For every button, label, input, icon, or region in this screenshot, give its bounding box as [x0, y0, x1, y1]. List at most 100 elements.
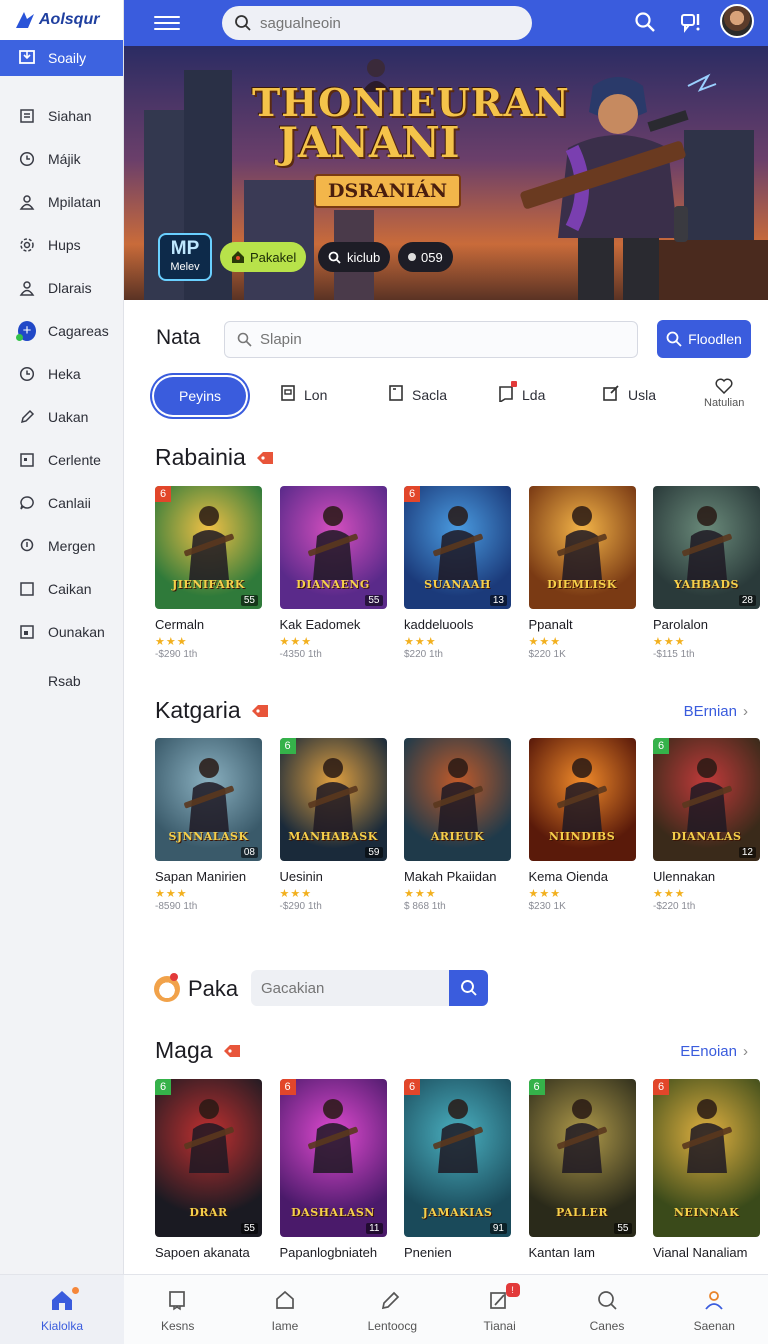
game-card[interactable]: 6 JIENIFARK 55 Cermaln ★★★ -$290 1th — [155, 486, 262, 660]
sidebar-item-ounakan[interactable]: Ounakan — [0, 610, 123, 653]
bottom-nav-item[interactable]: ! Tianai — [446, 1275, 553, 1344]
game-title: Kantan Iam — [528, 1245, 596, 1260]
game-card[interactable]: 6 SUANAAH 13 kaddeluools ★★★ $220 1th — [404, 486, 511, 660]
hero-pill-green[interactable]: Pakakel — [220, 242, 307, 272]
bottom-nav-home-label: Kialolka — [40, 1319, 84, 1333]
mp-badge[interactable]: MP Melev — [158, 233, 212, 281]
sidebar-item-mpilatan[interactable]: Mpilatan — [0, 180, 123, 223]
hero-figure-art — [308, 758, 358, 832]
sidebar-item-label: Mpilatan — [48, 193, 101, 210]
game-cover-title: MANHABASK — [288, 830, 378, 843]
hero-pill-search[interactable]: kiclub — [318, 242, 391, 272]
game-card[interactable]: 6 JAMAKIAS 91 Pnenien — [404, 1079, 511, 1260]
app-logo[interactable]: Aolsqur — [0, 0, 123, 40]
sidebar-item-májik[interactable]: Májik — [0, 137, 123, 180]
search-row: Nata Floodlen — [124, 320, 768, 360]
hero-pill-count[interactable]: 059 — [398, 242, 453, 272]
sidebar-item-label: Uakan — [48, 408, 89, 425]
cover-number: 55 — [240, 1223, 258, 1234]
game-card[interactable]: NIINDIBS Kema Oienda ★★★ $230 1K — [528, 738, 636, 912]
sidebar-active-label: Soaily — [48, 50, 87, 66]
corner-badge: 6 — [155, 486, 171, 502]
game-card[interactable]: SJNNALASK 08 Sapan Manirien ★★★ -8590 1th — [155, 738, 262, 912]
logo-icon — [16, 12, 34, 28]
game-card[interactable]: 6 NEINNAK Vianal Nanaliam — [653, 1079, 760, 1260]
sidebar-item-caikan[interactable]: Caikan — [0, 567, 123, 610]
paka-search-input[interactable] — [261, 979, 441, 997]
bottom-nav-item[interactable]: Saenan — [661, 1275, 768, 1344]
see-more-katgaria[interactable]: BErnian › — [684, 703, 748, 720]
main-search-box[interactable] — [224, 321, 638, 358]
sidebar-item-siahan[interactable]: Siahan — [0, 94, 123, 137]
game-card[interactable]: 6 DIANALAS 12 Ulennakan ★★★ -$220 1th — [653, 738, 760, 912]
game-cover-art: 6 JIENIFARK 55 — [155, 486, 262, 609]
sidebar-footer-item[interactable]: Rsab — [0, 659, 123, 702]
game-title: Uesinin — [279, 869, 323, 884]
hero-figure-art — [557, 506, 607, 580]
sidebar-item-hups[interactable]: Hups — [0, 223, 123, 266]
game-card[interactable]: YAHBADS 28 Parolalon ★★★ -$115 1th — [653, 486, 760, 660]
sidebar-item-dlarais[interactable]: Dlarais — [0, 266, 123, 309]
search-icon[interactable] — [634, 11, 656, 33]
game-card[interactable]: DIANAENG 55 Kak Eadomek ★★★ -4350 1th — [279, 486, 387, 660]
bottom-nav-item[interactable]: Canes — [553, 1275, 660, 1344]
filter-favorites[interactable]: Natulian — [704, 378, 744, 409]
filter-chip-1[interactable]: Lon — [280, 384, 327, 405]
game-card[interactable]: 6 DRAR 55 Sapoen akanata — [155, 1079, 262, 1260]
game-card[interactable]: ARIEUK Makah Pkaiidan ★★★ $ 868 1th — [404, 738, 511, 912]
filter-chip-3[interactable]: Lda — [498, 381, 545, 405]
hero-figure-art — [557, 1099, 607, 1173]
filter-chip-2[interactable]: Sacla — [388, 384, 447, 405]
game-title: Sapoen akanata — [155, 1245, 250, 1260]
game-card[interactable]: 6 PALLER 55 Kantan Iam — [528, 1079, 636, 1260]
bottom-nav-home[interactable]: Kialolka — [0, 1275, 124, 1344]
top-search-box[interactable] — [222, 6, 532, 40]
game-cover-art: DIANAENG 55 — [279, 486, 387, 609]
game-card[interactable]: DIEMLISK Ppanalt ★★★ $220 1K — [528, 486, 636, 660]
main-search-input[interactable] — [260, 331, 620, 348]
star-rating-icon: ★★★ — [528, 636, 562, 648]
game-card[interactable]: 6 MANHABASK 59 Uesinin ★★★ -$290 1th — [279, 738, 387, 912]
user-avatar[interactable] — [720, 4, 754, 38]
notification-icon[interactable] — [680, 11, 706, 33]
top-search-input[interactable] — [260, 14, 510, 32]
top-bar — [124, 0, 768, 46]
star-rating-icon: ★★★ — [404, 888, 437, 900]
game-card[interactable]: 6 DASHALASN 11 Papanlogbniateh — [279, 1079, 387, 1260]
bottom-nav: Kialolka Kesns Iame Lentoocg! Tianai Canes Sa… — [0, 1274, 768, 1344]
paka-search-button[interactable] — [449, 970, 488, 1006]
filter-chip-label: Usla — [628, 386, 657, 403]
home-icon — [274, 1287, 296, 1313]
bottom-nav-item[interactable]: Lentoocg — [339, 1275, 446, 1344]
filter-chip-active[interactable]: Peyins — [154, 377, 246, 415]
sidebar-item-cagareas[interactable]: + Cagareas — [0, 309, 123, 352]
sidebar-footer-label: Rsab — [48, 672, 81, 689]
clock-icon — [18, 150, 36, 168]
menu-button[interactable] — [154, 12, 180, 34]
star-rating-icon: ★★★ — [404, 636, 437, 648]
hero-figure-art — [432, 1099, 483, 1173]
hero-banner[interactable]: THONIEURAN JANANI DSRANIÁN MP Melev Paka… — [124, 46, 768, 300]
search-icon — [328, 251, 341, 264]
cover-number: 55 — [365, 595, 383, 606]
game-cover-title: ARIEUK — [430, 830, 485, 843]
sidebar-item-active[interactable]: Soaily — [0, 40, 123, 76]
sidebar-item-mergen[interactable]: Mergen — [0, 524, 123, 567]
hero-pill-search-label: kiclub — [347, 249, 381, 265]
bookmark-icon — [498, 381, 517, 405]
paka-search-box[interactable] — [251, 970, 449, 1006]
filter-chip-4[interactable]: Usla — [602, 384, 656, 405]
see-more-maga[interactable]: EEnoian › — [680, 1043, 748, 1060]
game-cover-art: 6 MANHABASK 59 — [279, 738, 387, 861]
cover-number: 91 — [489, 1223, 507, 1234]
sidebar-item-canlaii[interactable]: Canlaii — [0, 481, 123, 524]
bottom-nav-item[interactable]: Iame — [231, 1275, 338, 1344]
sidebar-item-uakan[interactable]: Uakan — [0, 395, 123, 438]
sidebar-item-cerlente[interactable]: Cerlente — [0, 438, 123, 481]
sidebar-item-heka[interactable]: Heka — [0, 352, 123, 395]
find-button[interactable]: Floodlen — [657, 320, 751, 358]
user-icon — [18, 279, 36, 297]
hero-figure-art — [183, 506, 234, 580]
tag-icon — [251, 704, 268, 717]
bottom-nav-item[interactable]: Kesns — [124, 1275, 231, 1344]
